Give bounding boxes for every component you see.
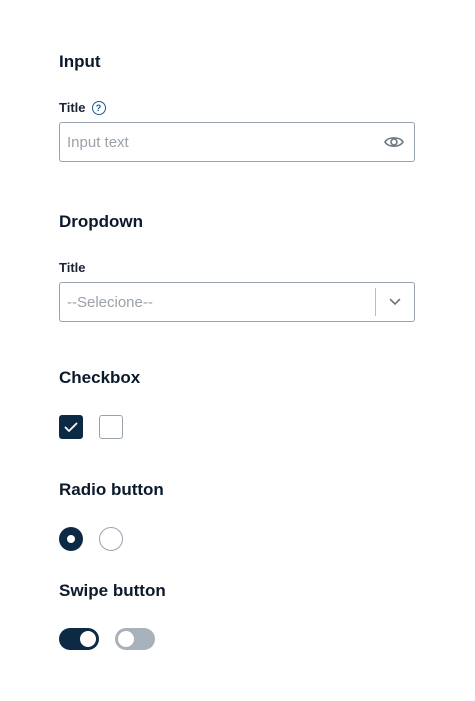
text-input-wrapper <box>59 122 415 162</box>
question-circle-icon[interactable]: ? <box>91 101 106 115</box>
toggle-off[interactable] <box>115 628 155 650</box>
checkmark-icon <box>64 422 78 432</box>
toggle-knob <box>80 631 96 647</box>
dropdown-field-label-text: Title <box>59 260 86 275</box>
checkbox-checked[interactable] <box>59 415 83 439</box>
dropdown-section-heading: Dropdown <box>59 212 144 231</box>
eye-icon[interactable] <box>383 131 405 153</box>
checkbox-unchecked[interactable] <box>99 415 123 439</box>
radio-unselected[interactable] <box>99 527 123 551</box>
dropdown-selected-value: --Selecione-- <box>67 293 153 311</box>
dropdown-field-label: Title <box>59 260 86 276</box>
toggle-knob <box>118 631 134 647</box>
radio-dot <box>67 535 75 543</box>
text-input[interactable] <box>60 123 383 161</box>
radio-section-heading: Radio button <box>59 480 164 499</box>
chevron-down-icon[interactable] <box>376 283 414 321</box>
input-field-label: Title <box>59 100 86 115</box>
input-section-heading: Input <box>59 52 101 71</box>
swipe-section-heading: Swipe button <box>59 581 166 600</box>
radio-selected[interactable] <box>59 527 83 551</box>
input-field-label-row: Title ? <box>59 100 106 116</box>
toggle-on[interactable] <box>59 628 99 650</box>
checkbox-section-heading: Checkbox <box>59 368 141 387</box>
dropdown-select[interactable]: --Selecione-- <box>59 282 415 322</box>
